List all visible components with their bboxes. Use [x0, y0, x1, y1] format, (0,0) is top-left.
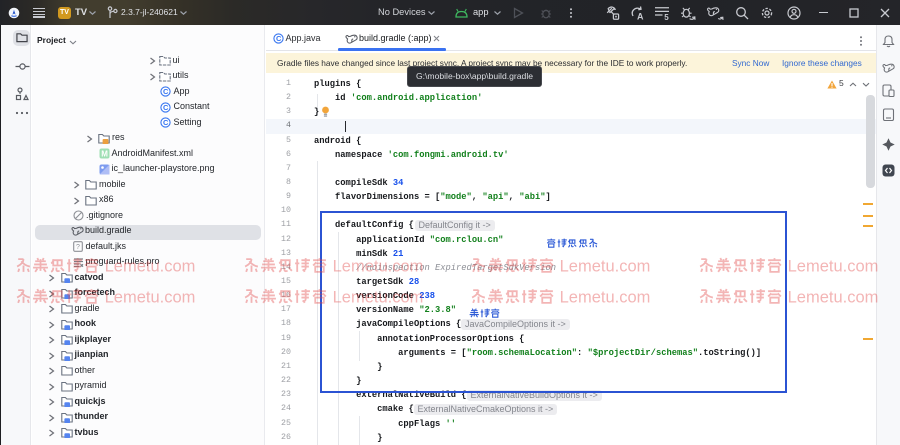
svg-text:A: A — [637, 12, 644, 21]
svg-text:5: 5 — [664, 13, 669, 20]
svg-text:?: ? — [76, 244, 80, 251]
svg-text:M: M — [101, 150, 108, 159]
svg-text:C: C — [163, 118, 169, 127]
svg-text:C: C — [163, 87, 169, 96]
svg-text:C: C — [163, 103, 169, 112]
svg-text:C: C — [276, 34, 282, 43]
